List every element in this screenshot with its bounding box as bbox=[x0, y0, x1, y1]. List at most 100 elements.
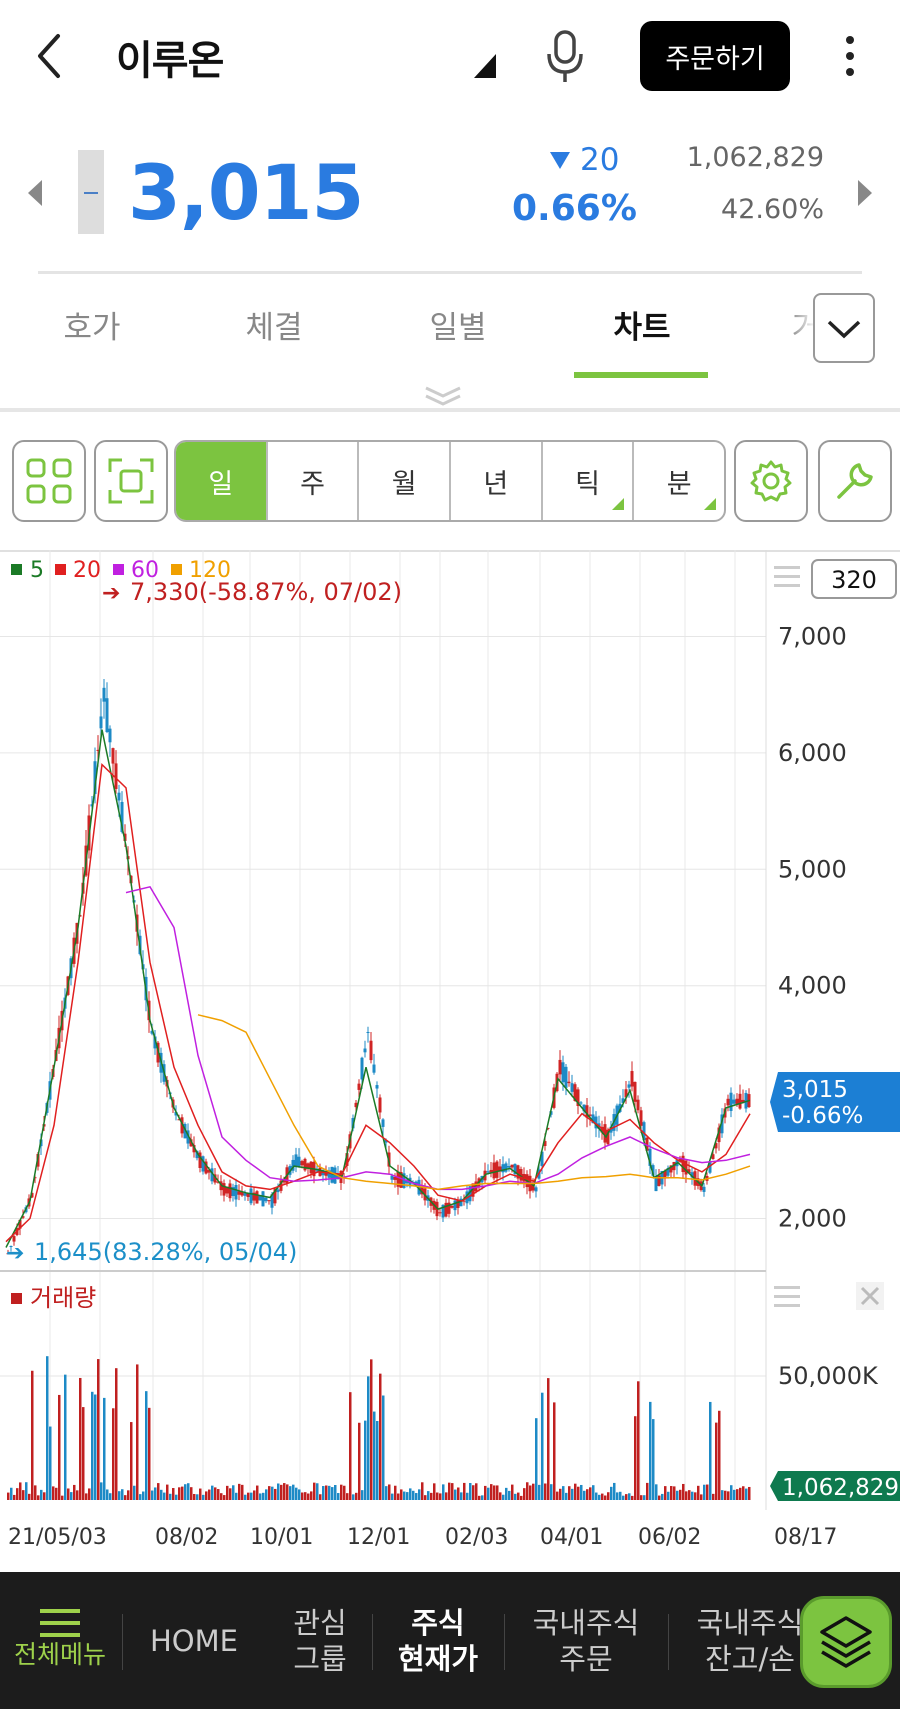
volume-bar bbox=[301, 1492, 304, 1500]
volume-bar bbox=[490, 1484, 493, 1500]
volume-bar bbox=[478, 1495, 481, 1500]
volume-bar bbox=[19, 1482, 22, 1500]
volume-bar bbox=[265, 1489, 268, 1500]
candle-body bbox=[393, 1176, 397, 1180]
stock-name[interactable]: 이루온 bbox=[116, 28, 224, 86]
volume-bar bbox=[433, 1483, 436, 1500]
volume-bar bbox=[94, 1394, 97, 1500]
candle-body bbox=[444, 1202, 448, 1217]
volume-bar bbox=[691, 1491, 694, 1500]
nav-watch-group[interactable]: 관심 그룹 bbox=[270, 1572, 370, 1709]
volume-bar bbox=[127, 1490, 130, 1500]
order-button[interactable]: 주문하기 bbox=[640, 21, 790, 91]
period-year[interactable]: 년 bbox=[449, 442, 541, 520]
last-change-label: -0.66% bbox=[782, 1103, 863, 1129]
microphone-icon[interactable] bbox=[542, 28, 588, 84]
next-stock-icon[interactable] bbox=[854, 178, 874, 208]
volume-bar bbox=[583, 1490, 586, 1500]
candle-body bbox=[726, 1098, 730, 1106]
wrench-icon bbox=[837, 463, 873, 499]
fullscreen-button[interactable] bbox=[94, 440, 168, 522]
candle-body bbox=[390, 1175, 394, 1180]
period-week[interactable]: 주 bbox=[265, 442, 358, 520]
period-tick[interactable]: 틱 bbox=[540, 442, 633, 520]
volume-bar bbox=[220, 1493, 223, 1500]
candle-body bbox=[294, 1154, 298, 1167]
volume-bar bbox=[157, 1483, 160, 1500]
volume-bar bbox=[718, 1410, 721, 1500]
volume-bar bbox=[592, 1485, 595, 1500]
volume-bar bbox=[85, 1493, 88, 1500]
volume-bar bbox=[724, 1490, 727, 1500]
volume-bar bbox=[355, 1492, 358, 1500]
nav-all-menu[interactable]: 전체메뉴 bbox=[0, 1572, 120, 1709]
volume-bar bbox=[562, 1486, 565, 1500]
expand-tabs-button[interactable] bbox=[813, 293, 875, 363]
stock-dropdown-icon[interactable] bbox=[474, 54, 496, 78]
volume-bar bbox=[103, 1397, 106, 1500]
volume-bar bbox=[175, 1494, 178, 1500]
divider bbox=[0, 408, 900, 412]
layout-grid-button[interactable] bbox=[12, 440, 86, 522]
volume-bar bbox=[430, 1492, 433, 1500]
volume-bar bbox=[643, 1495, 646, 1500]
back-arrow-icon[interactable] bbox=[28, 28, 72, 84]
candle-body bbox=[303, 1158, 307, 1171]
volume-bar bbox=[100, 1482, 103, 1500]
tab-daily[interactable]: 일별 bbox=[388, 302, 528, 347]
volume-bar bbox=[259, 1493, 262, 1500]
change-percent: 0.66% bbox=[512, 188, 637, 229]
nav-domestic-order[interactable]: 국내주식 주문 bbox=[506, 1572, 666, 1709]
volume-bar bbox=[199, 1488, 202, 1500]
tab-chart[interactable]: 차트 bbox=[572, 302, 712, 347]
last-price-label: 3,015 bbox=[782, 1077, 848, 1103]
nav-stock-price[interactable]: 주식 현재가 bbox=[374, 1572, 502, 1709]
price-tick: 5,000 bbox=[778, 855, 847, 883]
period-month[interactable]: 월 bbox=[357, 442, 449, 520]
volume-bar bbox=[283, 1483, 286, 1500]
candle-body bbox=[360, 1057, 364, 1080]
tab-orderbook[interactable]: 호가 bbox=[22, 302, 162, 347]
volume-bar bbox=[277, 1483, 280, 1500]
tab-trades[interactable]: 체결 bbox=[204, 302, 344, 347]
date-tick: 02/03 bbox=[445, 1525, 508, 1550]
volume-bar bbox=[268, 1486, 271, 1500]
chart-tools-button[interactable] bbox=[818, 440, 892, 522]
volume-bar bbox=[49, 1426, 52, 1500]
volume-bar bbox=[313, 1482, 316, 1500]
volume-bar bbox=[109, 1493, 112, 1500]
close-volume-icon[interactable] bbox=[856, 1282, 884, 1310]
period-day[interactable]: 일 bbox=[176, 442, 266, 520]
stock-chart[interactable]: 7,000 6,000 5,000 4,000 2,000 50,000K 21/05/0… bbox=[0, 550, 900, 1560]
volume-bar bbox=[223, 1495, 226, 1500]
candle-body bbox=[507, 1165, 511, 1168]
candle-body bbox=[627, 1084, 631, 1088]
nav-home[interactable]: HOME bbox=[124, 1572, 264, 1709]
volume-bar bbox=[712, 1493, 715, 1500]
candle-body bbox=[375, 1085, 379, 1089]
candle-body bbox=[108, 728, 112, 743]
volume-bar bbox=[118, 1491, 121, 1500]
volume-bar bbox=[376, 1420, 379, 1500]
volume-bar bbox=[385, 1486, 388, 1500]
more-menu-icon[interactable] bbox=[832, 30, 868, 82]
collapse-chevron-icon[interactable] bbox=[420, 384, 466, 408]
period-tick-label: 틱 bbox=[575, 468, 600, 500]
volume-bar bbox=[373, 1411, 376, 1500]
volume-bar bbox=[493, 1485, 496, 1500]
volume-bar bbox=[151, 1490, 154, 1500]
layers-fab[interactable] bbox=[800, 1596, 892, 1688]
volume-bar bbox=[169, 1493, 172, 1500]
prev-stock-icon[interactable] bbox=[26, 178, 46, 208]
volume-bar bbox=[43, 1492, 46, 1500]
volume-bar bbox=[163, 1492, 166, 1500]
candle-body bbox=[492, 1162, 496, 1179]
chart-settings-button[interactable] bbox=[734, 440, 808, 522]
period-minute[interactable]: 분 bbox=[632, 442, 724, 520]
volume-bar bbox=[520, 1495, 523, 1500]
candle-body bbox=[267, 1200, 271, 1202]
candle-body bbox=[228, 1183, 232, 1199]
candle-body bbox=[453, 1200, 457, 1211]
volume-bar bbox=[112, 1408, 115, 1500]
legend-swatch-ma5 bbox=[11, 564, 22, 575]
